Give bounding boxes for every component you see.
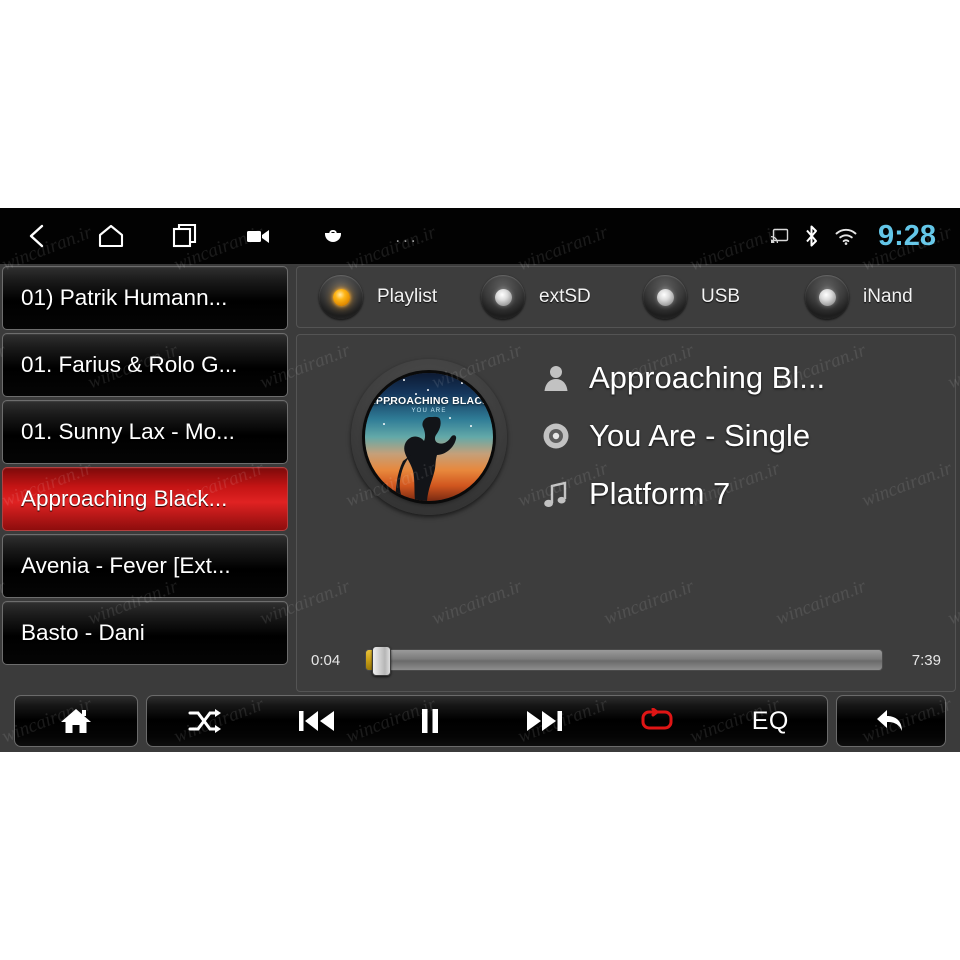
playlist-item-label: 01) Patrik Humann... [21, 285, 228, 310]
elapsed-time: 0:04 [311, 651, 341, 669]
house-icon [38, 695, 114, 747]
source-label: USB [701, 286, 741, 307]
navigation-buttons: ... [0, 208, 444, 264]
progress-slider[interactable] [365, 646, 883, 676]
duration-time: 7:39 [911, 651, 941, 669]
capture-icon[interactable] [296, 208, 370, 264]
metadata-title: Platform 7 [589, 476, 731, 511]
source-label: Playlist [377, 286, 438, 307]
now-playing-panel: APPROACHING BLACK YOU ARE Approaching Bl… [296, 334, 956, 692]
source-label: iNand [863, 286, 913, 307]
previous-icon[interactable] [279, 695, 355, 747]
bluetooth-icon [803, 224, 820, 248]
eq-label: EQ [751, 706, 789, 735]
source-knob-icon [481, 275, 525, 319]
metadata-album-row: You Are - Single [533, 407, 943, 465]
home-icon[interactable] [74, 208, 148, 264]
back-button[interactable] [836, 695, 946, 747]
metadata-artist-row: Approaching Bl... [533, 349, 943, 407]
screenshot-canvas: ... 9:28 01) Patrik Humann... 01. Farius… [0, 0, 960, 960]
album-art-figure [395, 416, 457, 501]
transport-bar: EQ [0, 695, 960, 752]
album-art-subline: YOU ARE [411, 408, 447, 414]
eq-button[interactable]: EQ [732, 695, 808, 747]
metadata-artist: Approaching Bl... [589, 360, 826, 395]
playlist-item-label: 01. Sunny Lax - Mo... [21, 419, 235, 444]
source-option-usb[interactable]: USB [643, 275, 783, 319]
album-art: APPROACHING BLACK YOU ARE [365, 373, 493, 501]
home-button[interactable] [14, 695, 138, 747]
transport-controls: EQ [146, 695, 828, 747]
disc-icon [533, 421, 579, 451]
wifi-icon [834, 227, 858, 246]
player-main-panel: Playlist extSD USB iNand APPROACHING BLA… [296, 266, 956, 696]
music-note-icon [533, 479, 579, 509]
person-icon [533, 363, 579, 393]
playlist-item[interactable]: 01. Sunny Lax - Mo... [2, 400, 288, 464]
album-art-bezel: APPROACHING BLACK YOU ARE [351, 359, 507, 515]
head-unit-screen: ... 9:28 01) Patrik Humann... 01. Farius… [0, 208, 960, 752]
playlist-panel[interactable]: 01) Patrik Humann... 01. Farius & Rolo G… [2, 266, 288, 696]
cast-icon [770, 228, 789, 244]
status-clock: 9:28 [877, 219, 936, 252]
next-icon[interactable] [506, 695, 582, 747]
metadata-title-row: Platform 7 [533, 465, 943, 523]
playlist-item-label: 01. Farius & Rolo G... [21, 352, 238, 377]
album-art-headline: APPROACHING BLACK [368, 395, 490, 407]
pause-icon[interactable] [392, 695, 468, 747]
shuffle-icon[interactable] [166, 695, 242, 747]
playlist-item[interactable]: 01) Patrik Humann... [2, 266, 288, 330]
status-icons-group: 9:28 [770, 220, 960, 253]
source-knob-icon [805, 275, 849, 319]
progress-handle[interactable] [372, 646, 391, 676]
recents-icon[interactable] [148, 208, 222, 264]
playlist-item-label: Basto - Dani [21, 620, 145, 645]
more-options-icon[interactable]: ... [370, 208, 444, 264]
source-option-playlist[interactable]: Playlist [319, 275, 459, 319]
source-selector-bar: Playlist extSD USB iNand [296, 266, 956, 328]
track-metadata: Approaching Bl... You Are - Single Platf… [533, 349, 943, 523]
playlist-item-label: Approaching Black... [21, 486, 228, 511]
screenshot-video-icon[interactable] [222, 208, 296, 264]
source-label: extSD [539, 286, 591, 307]
more-options-glyph: ... [395, 226, 419, 246]
source-knob-icon [643, 275, 687, 319]
playlist-item-selected[interactable]: Approaching Black... [2, 467, 288, 531]
playlist-item[interactable]: 01. Farius & Rolo G... [2, 333, 288, 397]
repeat-icon[interactable] [619, 695, 695, 747]
source-option-inand[interactable]: iNand [805, 275, 945, 319]
progress-row: 0:04 7:39 [311, 646, 941, 676]
metadata-album: You Are - Single [589, 418, 811, 453]
playlist-item[interactable]: Avenia - Fever [Ext... [2, 534, 288, 598]
return-arrow-icon [853, 695, 929, 747]
back-icon[interactable] [0, 208, 74, 264]
android-status-bar: ... 9:28 [0, 208, 960, 264]
playlist-item-label: Avenia - Fever [Ext... [21, 553, 231, 578]
source-option-extsd[interactable]: extSD [481, 275, 621, 319]
playlist-item[interactable]: Basto - Dani [2, 601, 288, 665]
source-knob-icon [319, 275, 363, 319]
